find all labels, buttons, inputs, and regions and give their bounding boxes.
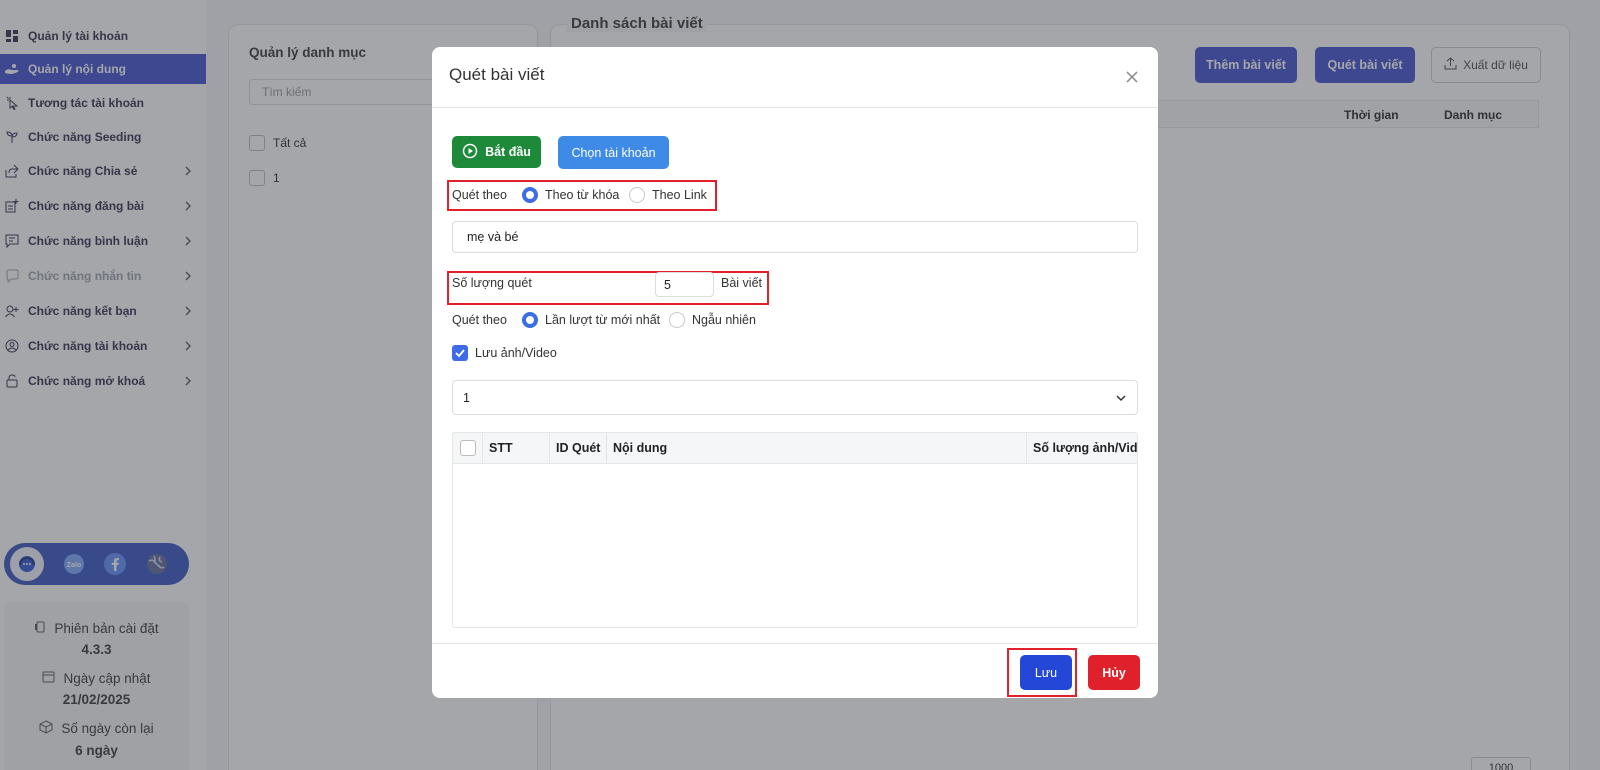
radio-button[interactable] [669, 312, 685, 328]
app-window: Quản lý tài khoản Quản lý nội dung Tương t… [0, 0, 1600, 770]
save-media-label: Lưu ảnh/Video [475, 346, 557, 360]
choose-account-button[interactable]: Chọn tài khoản [558, 136, 669, 169]
quantity-value: 5 [664, 277, 671, 292]
checkbox[interactable] [460, 440, 476, 456]
radio-random[interactable]: Ngẫu nhiên [669, 312, 756, 328]
radio-keyword-label: Theo từ khóa [545, 188, 620, 202]
col-media-count-header: Số lượng ảnh/Video [1027, 433, 1137, 463]
radio-button[interactable] [629, 187, 645, 203]
col-content-header: Nội dung [607, 433, 1027, 463]
modal-footer: Lưu Hủy [432, 643, 1158, 698]
col-stt-header: STT [483, 433, 550, 463]
chevron-down-icon [1115, 392, 1127, 407]
radio-newest[interactable]: Lần lượt từ mới nhất [522, 312, 660, 328]
radio-link[interactable]: Theo Link [629, 187, 707, 203]
scan-by-label: Quét theo [452, 188, 507, 202]
quantity-label: Số lượng quét [452, 276, 532, 290]
close-icon[interactable] [1124, 69, 1140, 85]
quantity-unit: Bài viết [721, 276, 762, 290]
scan-result-table: STT ID Quét Nội dung Số lượng ảnh/Video [452, 432, 1138, 628]
start-label: Bắt đầu [485, 145, 531, 159]
scan-post-modal: Quét bài viết Bắt đầu Chọn tài khoản Qué… [432, 47, 1158, 698]
keyword-input[interactable]: mẹ và bé [452, 221, 1138, 253]
account-select[interactable]: 1 [452, 380, 1138, 415]
quantity-input[interactable]: 5 [655, 272, 714, 297]
save-media-checkbox-row[interactable]: Lưu ảnh/Video [452, 345, 557, 361]
cancel-button[interactable]: Hủy [1088, 655, 1140, 690]
radio-newest-label: Lần lượt từ mới nhất [545, 313, 661, 327]
radio-button[interactable] [522, 187, 538, 203]
radio-random-label: Ngẫu nhiên [692, 313, 756, 327]
table-header-divider [453, 463, 1137, 464]
account-select-value: 1 [463, 390, 470, 405]
radio-keyword[interactable]: Theo từ khóa [522, 187, 619, 203]
radio-button[interactable] [522, 312, 538, 328]
modal-header: Quét bài viết [432, 47, 1158, 108]
table-select-all[interactable] [453, 433, 483, 463]
col-scan-id-header: ID Quét [550, 433, 607, 463]
start-button[interactable]: Bắt đầu [452, 136, 541, 168]
radio-link-label: Theo Link [652, 188, 707, 202]
checkbox-checked[interactable] [452, 345, 468, 361]
order-label: Quét theo [452, 313, 507, 327]
save-button[interactable]: Lưu [1020, 655, 1072, 690]
keyword-value: mẹ và bé [467, 230, 519, 244]
play-circle-icon [462, 143, 478, 162]
modal-title: Quét bài viết [449, 65, 545, 84]
